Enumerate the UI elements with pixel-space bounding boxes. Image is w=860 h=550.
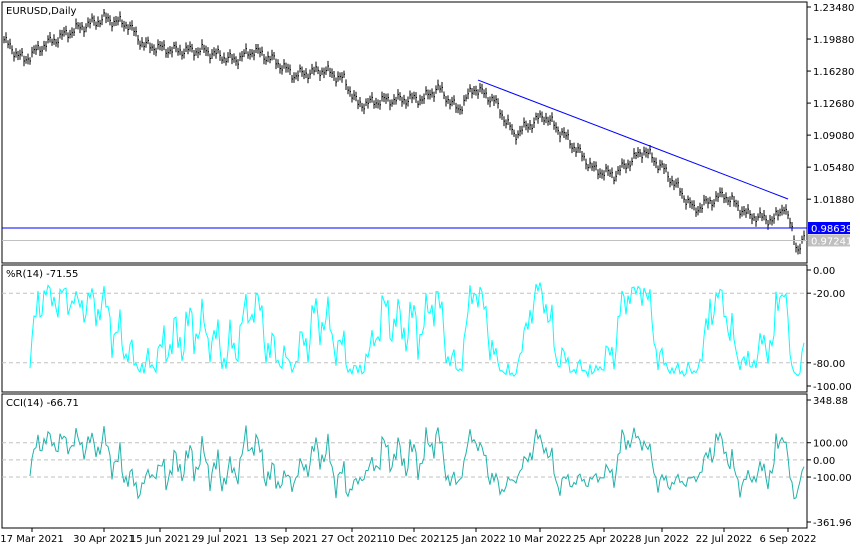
cci-tick-label: 100.00 [813, 439, 848, 450]
cci-panel-title: CCI(14) -66.71 [6, 398, 79, 409]
cci-tick-label: 348.88 [813, 396, 848, 407]
date-tick-label: 8 Jun 2022 [635, 534, 689, 545]
price-panel-frame [1, 1, 808, 264]
date-tick-label: 27 Oct 2021 [321, 534, 383, 545]
price-tick-label: 1.19880 [813, 35, 854, 46]
trendline[interactable] [477, 79, 789, 200]
price-bars [3, 8, 805, 255]
date-tick-label: 25 Jan 2022 [446, 534, 506, 545]
date-tick-label: 29 Jul 2021 [192, 534, 249, 545]
date-tick-label: 10 Dec 2021 [382, 534, 446, 545]
wpr-tick-label: -80.00 [813, 359, 845, 370]
wpr-tick-label: 0.00 [813, 266, 835, 277]
wpr-tick-label: -100.00 [813, 382, 852, 393]
date-tick-label: 15 Jun 2021 [130, 534, 190, 545]
chart-canvas[interactable]: 1.23480 1.19880 1.16280 1.12680 1.09080 1.054… [0, 0, 860, 550]
price-line-label: 0.98639 [811, 224, 852, 235]
chart-window: 1.23480 1.19880 1.16280 1.12680 1.09080 1.054… [0, 0, 860, 550]
date-tick-label: 13 Sep 2021 [254, 534, 317, 545]
price-tick-label: 1.09080 [813, 131, 854, 142]
price-tick-label: 1.01880 [813, 195, 854, 206]
date-tick-label: 17 Mar 2021 [0, 534, 63, 545]
date-tick-label: 10 Mar 2022 [508, 534, 571, 545]
cci-tick-label: 0.00 [813, 456, 835, 467]
last-price-label: 0.97241 [811, 236, 852, 247]
cci-tick-label: -100.00 [813, 473, 852, 484]
wpr-panel-title: %R(14) -71.55 [6, 269, 78, 280]
date-tick-label: 22 Jul 2022 [696, 534, 753, 545]
price-panel-title: EURUSD,Daily [6, 6, 77, 17]
date-tick-label: 25 Apr 2022 [573, 534, 635, 545]
date-tick-label: 30 Apr 2021 [73, 534, 135, 545]
cci-line [29, 425, 805, 500]
cci-tick-label: -361.96 [813, 518, 852, 529]
wpr-tick-label: -20.00 [813, 289, 845, 300]
price-tick-label: 1.05480 [813, 163, 854, 174]
price-tick-label: 1.12680 [813, 99, 854, 110]
price-tick-label: 1.16280 [813, 67, 854, 78]
price-tick-label: 1.23480 [813, 3, 854, 14]
date-tick-label: 6 Sep 2022 [759, 534, 816, 545]
